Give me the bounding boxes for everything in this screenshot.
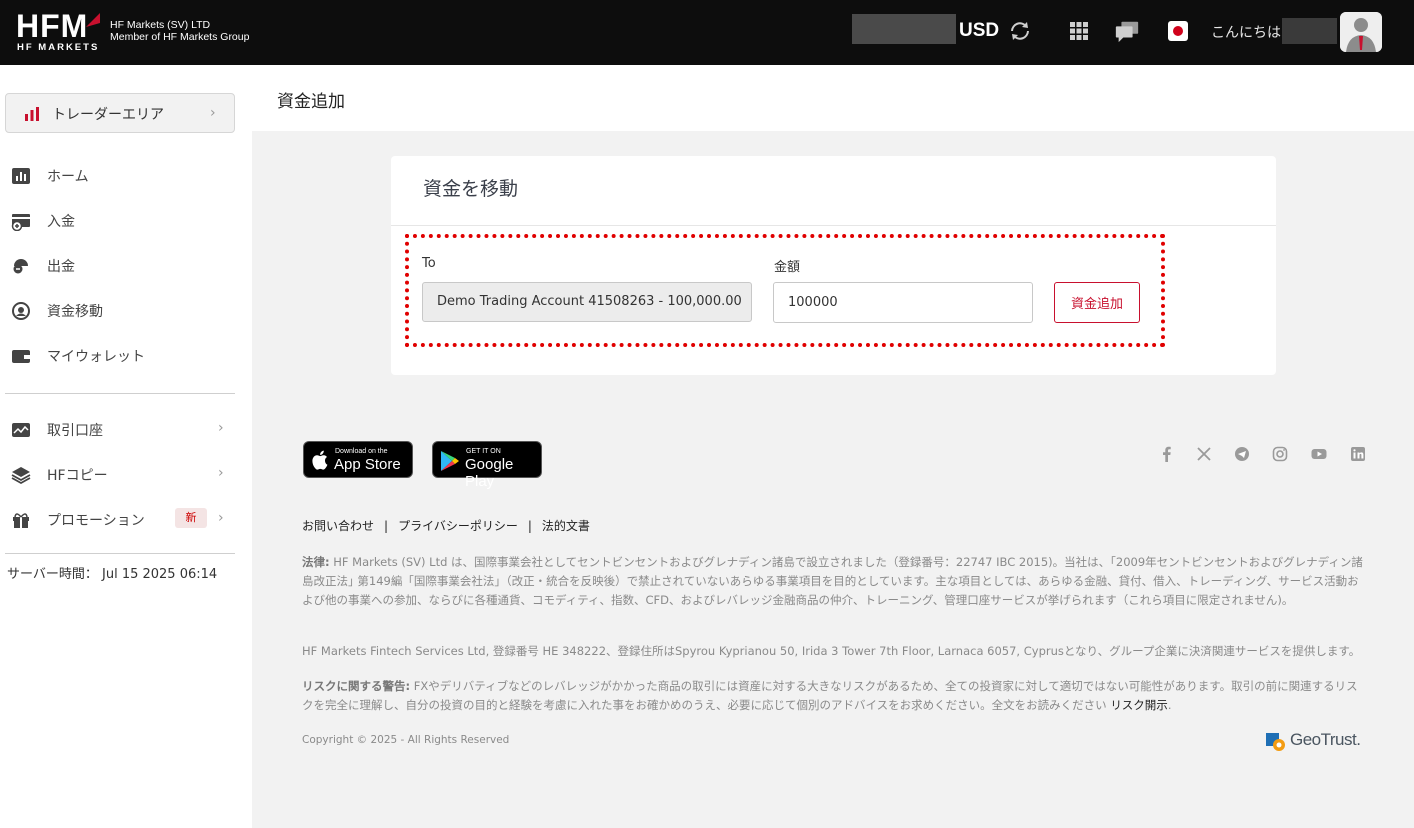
deposit-icon	[11, 214, 30, 231]
app-store-button[interactable]: Download on the App Store	[303, 441, 413, 478]
trader-area-button[interactable]: トレーダーエリア ›	[5, 93, 235, 133]
facebook-icon[interactable]	[1159, 446, 1175, 462]
sidebar-item-home[interactable]: ホーム	[0, 160, 252, 192]
copyright: Copyright © 2025 - All Rights Reserved	[302, 734, 510, 746]
legal-documents-link[interactable]: 法的文書	[542, 519, 590, 533]
redacted-username	[1282, 18, 1337, 44]
sidebar-item-label: HFコピー	[47, 468, 108, 484]
google-play-small-text: GET IT ON	[466, 448, 501, 455]
sidebar-item-label: マイウォレット	[47, 349, 145, 365]
sidebar-divider	[5, 393, 235, 394]
chevron-right-icon: ›	[218, 420, 224, 436]
link-separator: |	[527, 519, 532, 533]
gift-icon	[13, 513, 29, 528]
legal-text: HF Markets (SV) Ltd は、国際事業会社としてセントビンセントお…	[302, 555, 1363, 607]
bar-chart-icon	[25, 107, 39, 121]
sidebar-item-label: 入金	[47, 214, 75, 230]
redacted-balance	[852, 14, 956, 44]
add-funds-button[interactable]: 資金追加	[1054, 282, 1140, 323]
youtube-icon[interactable]	[1311, 446, 1327, 462]
trader-area-label: トレーダーエリア	[52, 107, 164, 123]
legal-paragraph: 法律: HF Markets (SV) Ltd は、国際事業会社としてセントビン…	[302, 553, 1364, 610]
apple-icon	[312, 450, 328, 470]
geotrust-logo-icon	[1266, 733, 1285, 751]
sidebar-item-label: 取引口座	[47, 423, 103, 439]
google-play-text: Google Play	[465, 456, 514, 490]
withdraw-icon	[13, 259, 28, 274]
fintech-text: HF Markets Fintech Services Ltd, 登録番号 HE…	[302, 644, 1361, 658]
sidebar: トレーダーエリア › ホーム 入金 出金 資金移動 マイウォレット 取引口座 ›…	[0, 65, 252, 828]
card-title: 資金を移動	[423, 178, 519, 200]
page-title-bar: 資金追加	[252, 65, 1414, 131]
telegram-icon[interactable]	[1234, 446, 1250, 462]
avatar[interactable]	[1340, 12, 1382, 52]
app-store-text: App Store	[334, 456, 401, 473]
user-avatar-icon	[1340, 12, 1382, 52]
company-name: HF Markets (SV) LTD	[110, 19, 211, 31]
server-time: サーバー時間： Jul 15 2025 06:14	[7, 567, 218, 582]
geotrust-text: GeoTrust.	[1290, 730, 1361, 749]
geotrust-badge[interactable]: GeoTrust.	[1265, 730, 1365, 752]
sidebar-item-trading-accounts[interactable]: 取引口座 ›	[0, 414, 252, 446]
layers-icon	[11, 467, 31, 485]
logo-red-mark-icon	[86, 13, 100, 27]
sidebar-item-hf-copy[interactable]: HFコピー ›	[0, 459, 252, 491]
sidebar-item-promotions[interactable]: プロモーション 新 ›	[0, 504, 252, 536]
link-separator: |	[384, 519, 389, 533]
top-header: HFM HF MARKETS HF Markets (SV) LTD Membe…	[0, 0, 1414, 65]
sidebar-divider	[5, 553, 235, 554]
hfm-logo[interactable]: HFM HF MARKETS	[16, 10, 102, 54]
linkedin-icon[interactable]	[1350, 446, 1366, 462]
currency-label: USD	[959, 20, 1000, 41]
refresh-icon[interactable]	[1007, 18, 1033, 44]
transfer-card: 資金を移動 To 金額 Demo Trading Account 4150826…	[391, 156, 1276, 375]
new-badge: 新	[175, 508, 207, 528]
sidebar-item-label: ホーム	[47, 169, 89, 185]
x-twitter-icon[interactable]	[1196, 446, 1212, 462]
fintech-paragraph: HF Markets Fintech Services Ltd, 登録番号 HE…	[302, 642, 1364, 661]
sidebar-item-label: 出金	[47, 259, 75, 275]
app-store-small-text: Download on the	[335, 448, 388, 455]
contact-link[interactable]: お問い合わせ	[302, 519, 374, 533]
logo-subtitle: HF MARKETS	[17, 42, 100, 53]
chat-icon[interactable]	[1114, 18, 1140, 44]
home-chart-icon	[12, 168, 30, 184]
sidebar-item-label: 資金移動	[47, 304, 103, 320]
footer-links: お問い合わせ | プライバシーポリシー | 法的文書	[302, 517, 590, 534]
sidebar-item-wallet[interactable]: マイウォレット	[0, 340, 252, 372]
risk-heading: リスクに関する警告:	[302, 679, 411, 693]
legal-heading: 法律:	[302, 555, 330, 569]
google-play-icon	[441, 451, 459, 471]
risk-text-end: .	[1167, 698, 1172, 712]
sidebar-item-deposit[interactable]: 入金	[0, 205, 252, 237]
amount-input[interactable]	[773, 282, 1033, 323]
card-divider	[391, 225, 1276, 226]
amount-label: 金額	[774, 260, 801, 275]
chevron-right-icon: ›	[218, 510, 224, 526]
instagram-icon[interactable]	[1272, 446, 1288, 462]
risk-text: FXやデリバティブなどのレバレッジがかかった商品の取引には資産に対する大きなリス…	[302, 679, 1358, 712]
page-title: 資金追加	[277, 92, 345, 112]
sidebar-item-withdraw[interactable]: 出金	[0, 250, 252, 282]
sidebar-item-label: プロモーション	[47, 513, 145, 529]
google-play-button[interactable]: GET IT ON Google Play	[432, 441, 542, 490]
risk-warning-paragraph: リスクに関する警告: FXやデリバティブなどのレバレッジがかかった商品の取引には…	[302, 677, 1364, 715]
trading-account-icon	[12, 423, 30, 437]
to-label: To	[422, 256, 436, 271]
risk-disclosure-link[interactable]: リスク開示	[1110, 698, 1168, 712]
company-group: Member of HF Markets Group	[110, 31, 250, 43]
apps-grid-icon[interactable]	[1066, 18, 1092, 44]
chevron-right-icon: ›	[218, 465, 224, 481]
transfer-icon	[12, 302, 30, 320]
greeting-text: こんにちは	[1211, 25, 1281, 41]
sidebar-item-transfer[interactable]: 資金移動	[0, 295, 252, 327]
wallet-icon	[12, 350, 30, 363]
japan-flag-icon[interactable]	[1167, 20, 1189, 42]
to-account-select[interactable]: Demo Trading Account 41508263 - 100,000.…	[422, 282, 752, 322]
chevron-right-icon: ›	[210, 105, 216, 121]
privacy-policy-link[interactable]: プライバシーポリシー	[398, 519, 518, 533]
company-info: HF Markets (SV) LTD Member of HF Markets…	[110, 19, 249, 43]
